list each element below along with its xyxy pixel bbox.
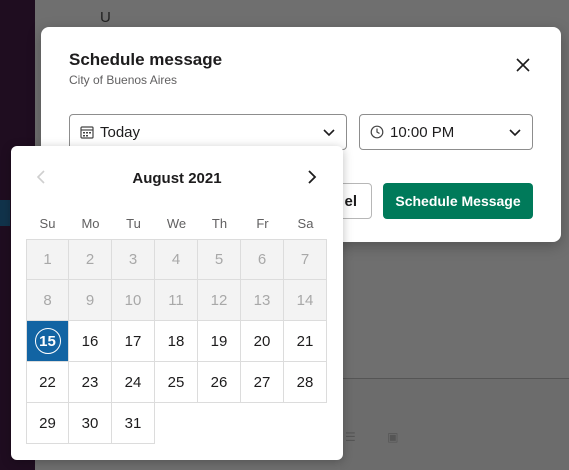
calendar-day[interactable]: 24: [112, 362, 155, 403]
calendar-day[interactable]: 30: [69, 403, 112, 444]
close-button[interactable]: [511, 53, 535, 77]
calendar-day[interactable]: 17: [112, 321, 155, 362]
calendar-day: 3: [112, 239, 155, 280]
calendar-day[interactable]: 18: [155, 321, 198, 362]
calendar-day-number: 6: [257, 251, 267, 268]
calendar-day[interactable]: 29: [26, 403, 69, 444]
calendar-day[interactable]: 16: [69, 321, 112, 362]
chevron-down-icon: [322, 126, 336, 143]
calendar-day-number: 12: [210, 291, 228, 309]
calendar-day-number: 21: [296, 332, 314, 350]
calendar-day-number: 11: [168, 291, 184, 309]
background-composer: [340, 378, 569, 470]
calendar-day: 2: [69, 239, 112, 280]
calendar-day[interactable]: 25: [155, 362, 198, 403]
cancel-button-label: el: [344, 192, 357, 210]
calendar-day-number: 18: [167, 332, 185, 350]
clock-icon: [370, 125, 384, 139]
background-composer-icons: ☰ ▣: [345, 430, 413, 444]
calendar-day-number: 31: [124, 414, 142, 432]
date-picker-calendar: August 2021 Su Mo Tu We Th Fr Sa 1 2 3 4 5 6 7 8 9 10 11…: [11, 146, 343, 460]
calendar-day: 11: [155, 280, 198, 321]
calendar-day: 5: [198, 239, 241, 280]
calendar-day[interactable]: 26: [198, 362, 241, 403]
calendar-day[interactable]: 22: [26, 362, 69, 403]
date-select-value: Today: [100, 123, 141, 141]
calendar-day[interactable]: 23: [69, 362, 112, 403]
calendar-day-number: 8: [43, 291, 52, 309]
dialog-title: Schedule message: [69, 50, 223, 69]
calendar-day-number: 29: [39, 414, 56, 432]
calendar-day[interactable]: 19: [198, 321, 241, 362]
weekday-label: We: [166, 216, 187, 231]
background-text: U: [100, 9, 111, 26]
chevron-down-icon: [508, 126, 522, 143]
calendar-day-selected[interactable]: 15: [26, 321, 69, 362]
calendar-day: 6: [241, 239, 284, 280]
calendar-day-number: 27: [253, 373, 271, 391]
calendar-day-number: 4: [171, 251, 181, 268]
calendar-day-number: 5: [214, 251, 224, 268]
sidebar-active-indicator: [0, 200, 10, 226]
calendar-day[interactable]: 31: [112, 403, 155, 444]
calendar-day-number: 19: [210, 332, 228, 350]
calendar-day-number: 9: [85, 291, 95, 309]
calendar-day-number: 26: [210, 373, 228, 391]
calendar-day: 13: [241, 280, 284, 321]
weekday-label: Fr: [256, 216, 269, 231]
schedule-message-button[interactable]: Schedule Message: [383, 183, 533, 219]
calendar-day-number: 16: [81, 332, 99, 350]
calendar-day-number: 24: [124, 373, 142, 391]
calendar-weekday-header: Su Mo Tu We Th Fr Sa: [26, 216, 327, 231]
next-month-button[interactable]: [303, 168, 321, 186]
calendar-day: 7: [284, 239, 327, 280]
calendar-month-label: August 2021: [132, 170, 222, 187]
calendar-day-number: 10: [124, 291, 142, 309]
calendar-day: 12: [198, 280, 241, 321]
chevron-right-icon: [308, 170, 317, 184]
calendar-day-grid: 1 2 3 4 5 6 7 8 9 10 11 12 13 14 15 16 17 18 19 20 21 22 23 24 2…: [26, 239, 328, 444]
calendar-day-number: 15: [39, 332, 56, 350]
calendar-day-number: 23: [81, 373, 99, 391]
calendar-day-number: 2: [85, 251, 95, 268]
calendar-day-number: 7: [300, 251, 310, 268]
calendar-day-number: 28: [296, 373, 314, 391]
calendar-day: 9: [69, 280, 112, 321]
weekday-label: Mo: [81, 216, 100, 231]
calendar-day-number: 22: [39, 373, 56, 391]
calendar-day-number: 25: [167, 373, 185, 391]
calendar-day-number: 17: [124, 332, 142, 350]
dialog-subtitle: City of Buenos Aires: [69, 73, 178, 87]
weekday-label: Th: [211, 216, 228, 231]
time-select[interactable]: 10:00 PM: [359, 114, 533, 150]
calendar-day: 10: [112, 280, 155, 321]
calendar-day-number: 14: [296, 291, 314, 309]
close-icon: [516, 58, 530, 72]
calendar-day: 4: [155, 239, 198, 280]
calendar-day[interactable]: 21: [284, 321, 327, 362]
calendar-icon: [80, 125, 94, 139]
calendar-day[interactable]: 27: [241, 362, 284, 403]
weekday-label: Sa: [297, 216, 314, 231]
calendar-day-number: 1: [43, 251, 52, 268]
date-select[interactable]: Today: [69, 114, 347, 150]
weekday-label: Tu: [126, 216, 141, 231]
weekday-label: Su: [39, 216, 56, 231]
calendar-day-number: 13: [253, 291, 271, 309]
calendar-day[interactable]: 20: [241, 321, 284, 362]
calendar-day: 8: [26, 280, 69, 321]
calendar-day-number: 30: [81, 414, 99, 432]
calendar-day-number: 3: [128, 251, 138, 268]
calendar-day: 14: [284, 280, 327, 321]
calendar-day-number: 20: [253, 332, 271, 350]
calendar-day[interactable]: 28: [284, 362, 327, 403]
calendar-day: 1: [26, 239, 69, 280]
time-select-value: 10:00 PM: [390, 123, 455, 141]
